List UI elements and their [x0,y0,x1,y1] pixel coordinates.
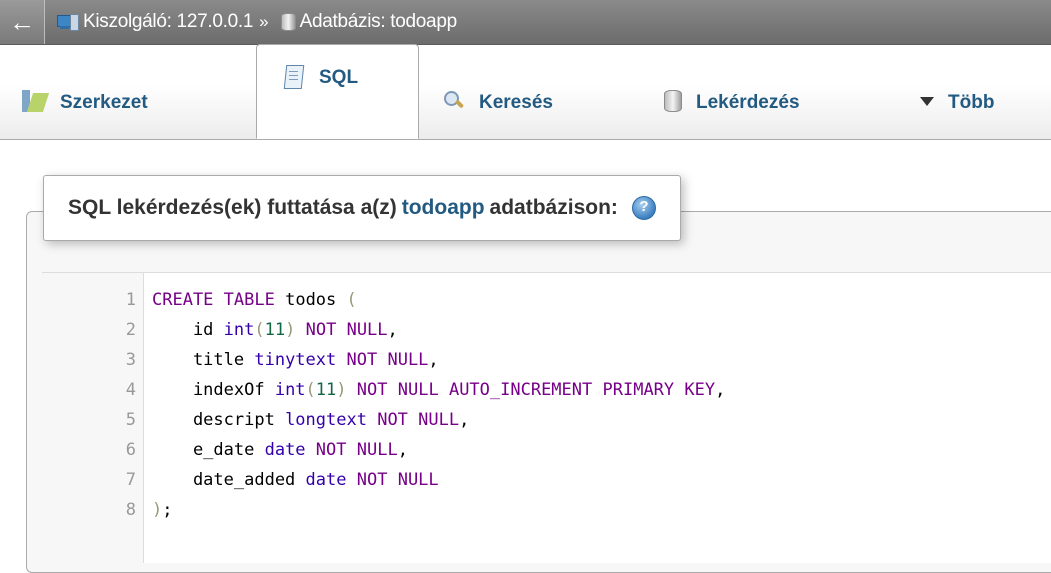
line-number: 1 [125,290,136,310]
line-number: 3 [125,350,136,370]
line-number: 5 [125,410,136,430]
tab-more[interactable]: Több [920,57,994,139]
tab-query[interactable]: Lekérdezés [664,57,800,139]
tab-search[interactable]: Keresés [443,57,553,139]
tab-query-label: Lekérdezés [696,92,800,113]
line-number: 8 [125,500,136,520]
database-link[interactable]: todoapp [402,196,485,220]
breadcrumb-server-link[interactable]: Kiszolgáló: 127.0.0.1 [83,11,253,33]
tab-structure[interactable]: Szerkezet [22,57,148,139]
sql-icon [283,65,305,89]
code-text: id int(11) NOT NULL, [152,320,398,340]
database-icon [280,13,296,31]
structure-icon [22,90,50,112]
sql-panel-title: SQL lekérdezés(ek) futtatása a(z) todoap… [43,175,681,241]
sql-editor[interactable]: 1 CREATE TABLE todos ( 2 id int(11) NOT NU… [42,272,1051,563]
search-icon [443,90,465,112]
help-icon[interactable] [631,196,656,220]
sql-panel-title-prefix: SQL lekérdezés(ek) futtatása a(z) [68,196,397,219]
chevron-down-icon [920,97,934,106]
breadcrumb-separator: » [259,12,269,31]
code-text: descript longtext NOT NULL, [152,410,470,430]
breadcrumb-bar: ← Kiszolgáló: 127.0.0.1 » Adatbázis: tod… [0,0,1051,45]
breadcrumb: Kiszolgáló: 127.0.0.1 » Adatbázis: todoa… [57,11,457,33]
tab-bar: Szerkezet SQL Keresés Lekérdezés Több [0,44,1051,140]
tab-structure-label: Szerkezet [60,92,148,113]
query-icon [664,90,682,112]
line-number: 4 [125,380,136,400]
server-icon [57,14,79,31]
code-text: e_date date NOT NULL, [152,440,408,460]
code-text: date_added date NOT NULL [152,470,439,490]
code-text: title tinytext NOT NULL, [152,350,439,370]
line-number: 6 [125,440,136,460]
line-number: 2 [125,320,136,340]
tab-sql-label: SQL [319,67,359,88]
back-arrow-button[interactable]: ← [0,0,45,44]
code-text: CREATE TABLE todos ( [152,290,357,310]
line-number: 7 [125,470,136,490]
code-text: ); [152,500,173,520]
tab-more-label: Több [948,92,995,113]
sql-panel-title-suffix: adatbázison: [489,196,618,219]
tab-search-label: Keresés [479,92,553,113]
tab-sql[interactable]: SQL [256,44,419,139]
code-text: indexOf int(11) NOT NULL AUTO_INCREMENT … [152,380,726,400]
breadcrumb-database-link[interactable]: Adatbázis: todoapp [300,11,458,33]
